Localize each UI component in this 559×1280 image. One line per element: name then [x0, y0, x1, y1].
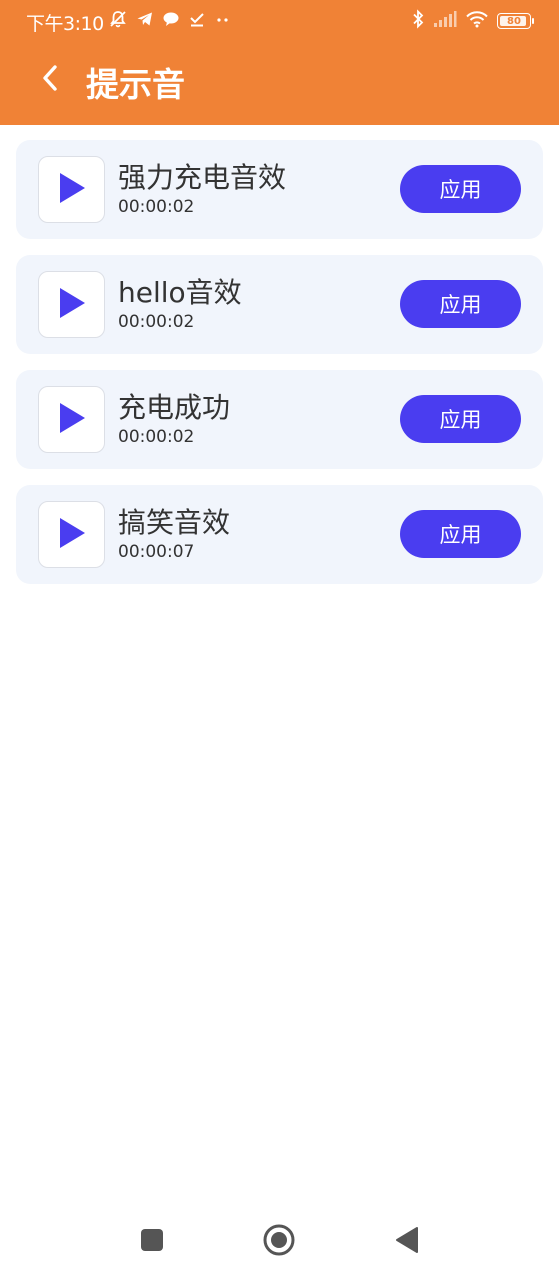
apply-button[interactable]: 应用	[400, 165, 521, 213]
telegram-icon	[136, 10, 154, 32]
sound-item: hello音效 00:00:02 应用	[16, 255, 543, 354]
play-button[interactable]	[38, 271, 105, 338]
play-button[interactable]	[38, 156, 105, 223]
sound-item: 强力充电音效 00:00:02 应用	[16, 140, 543, 239]
status-time: 下午3:10	[26, 13, 104, 35]
back-button[interactable]	[30, 60, 70, 100]
back-nav-button[interactable]	[390, 1226, 422, 1258]
sound-duration: 00:00:02	[118, 427, 195, 447]
status-icons-right: 80	[411, 9, 534, 33]
battery-level: 80	[507, 15, 521, 27]
mute-bell-icon	[108, 9, 128, 33]
apply-button[interactable]: 应用	[400, 395, 521, 443]
back-triangle-icon	[393, 1226, 419, 1258]
sound-duration: 00:00:02	[118, 312, 195, 332]
play-button[interactable]	[38, 501, 105, 568]
sound-name: 搞笑音效	[118, 506, 231, 539]
play-icon	[57, 516, 87, 554]
play-icon	[57, 171, 87, 209]
apply-button[interactable]: 应用	[400, 280, 521, 328]
play-icon	[57, 286, 87, 324]
page-title: 提示音	[86, 65, 185, 104]
home-button[interactable]	[263, 1224, 295, 1260]
battery-icon: 80	[497, 13, 534, 29]
recent-apps-button[interactable]	[136, 1226, 168, 1258]
check-download-icon	[188, 10, 206, 32]
system-nav-bar	[0, 1200, 559, 1280]
sound-duration: 00:00:02	[118, 197, 195, 217]
more-dots-icon	[214, 10, 232, 32]
play-button[interactable]	[38, 386, 105, 453]
apply-button[interactable]: 应用	[400, 510, 521, 558]
sound-duration: 00:00:07	[118, 542, 195, 562]
wifi-icon	[465, 10, 489, 32]
chat-bubble-icon	[162, 10, 180, 32]
sound-name: 强力充电音效	[118, 161, 287, 194]
sound-item: 充电成功 00:00:02 应用	[16, 370, 543, 469]
sound-name: 充电成功	[118, 391, 231, 424]
status-bar: 下午3:10 80	[0, 0, 559, 42]
recent-apps-icon	[140, 1228, 164, 1256]
play-icon	[57, 401, 87, 439]
sound-item: 搞笑音效 00:00:07 应用	[16, 485, 543, 584]
signal-icon	[433, 10, 457, 32]
sound-name: hello音效	[118, 276, 242, 309]
status-icons-left	[108, 9, 232, 33]
chevron-left-icon	[39, 63, 61, 97]
sound-list: 强力充电音效 00:00:02 应用 hello音效 00:00:02 应用 充…	[16, 140, 543, 600]
bluetooth-icon	[411, 9, 425, 33]
app-header: 下午3:10 80 提示音	[0, 0, 559, 125]
home-icon	[263, 1224, 295, 1260]
